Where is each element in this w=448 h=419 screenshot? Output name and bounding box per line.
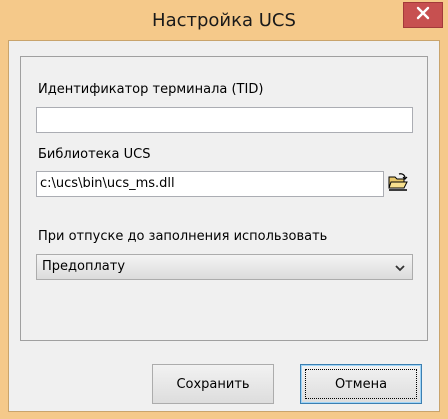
- close-icon: [416, 6, 430, 24]
- dispense-mode-select[interactable]: Предоплату: [36, 254, 413, 280]
- save-button[interactable]: Сохранить: [152, 364, 274, 404]
- open-folder-icon: [388, 173, 408, 195]
- settings-group-panel: [20, 56, 428, 341]
- title-bar[interactable]: Настройка UCS: [0, 0, 448, 40]
- chevron-down-icon: [394, 262, 406, 272]
- window-title: Настройка UCS: [152, 10, 296, 31]
- browse-button[interactable]: [383, 171, 413, 197]
- dispense-mode-value: Предоплату: [42, 259, 126, 274]
- focus-rectangle: [305, 369, 417, 399]
- cancel-button[interactable]: Отмена: [300, 364, 422, 404]
- dispense-label: При отпуске до заполнения использовать: [38, 229, 328, 244]
- save-button-label: Сохранить: [176, 376, 250, 392]
- close-button[interactable]: [403, 2, 443, 28]
- tid-input[interactable]: [36, 107, 413, 133]
- library-label: Библиотека UCS: [38, 147, 151, 162]
- dialog-window: Настройка UCS Идентификатор терминала (T…: [0, 0, 448, 419]
- tid-label: Идентификатор терминала (TID): [38, 82, 264, 97]
- library-path-input[interactable]: c:\ucs\bin\ucs_ms.dll: [36, 171, 384, 197]
